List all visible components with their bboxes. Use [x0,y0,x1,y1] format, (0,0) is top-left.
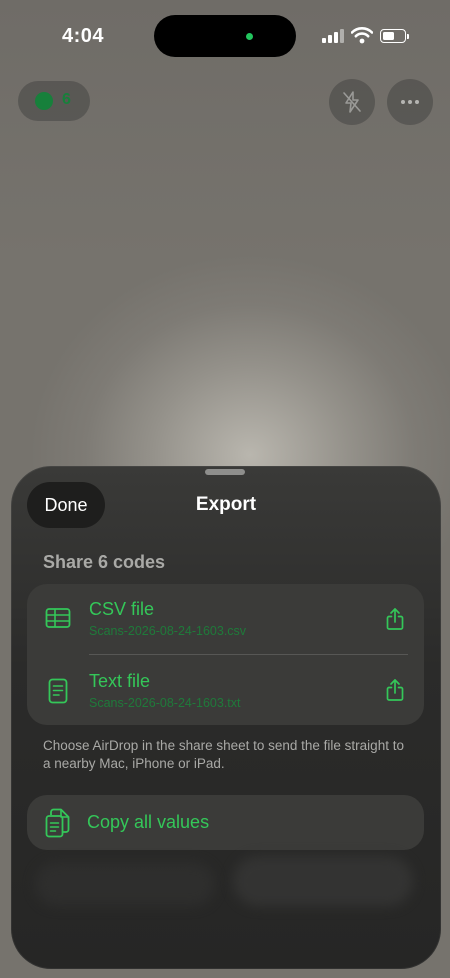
sheet-grabber[interactable] [205,469,245,475]
share-icon[interactable] [385,607,405,631]
battery-level [383,32,394,40]
cellular-signal-icon [322,27,344,43]
wifi-icon [351,27,373,44]
text-file-name: Scans-2026-08-24-1603.txt [89,696,241,710]
blurred-underlying-control [35,862,215,906]
flash-off-button[interactable] [329,79,375,125]
blurred-underlying-control [233,856,413,906]
more-options-button[interactable] [387,79,433,125]
camera-indicator-dot [246,33,253,40]
text-file-option[interactable]: Text file Scans-2026-08-24-1603.txt [27,655,424,725]
scan-count-pill[interactable]: 6 [18,81,90,121]
text-file-label: Text file [89,671,151,691]
scan-count: 6 [62,91,71,108]
sheet-title: Export [195,494,257,515]
flash-off-icon [343,91,361,113]
share-icon[interactable] [385,678,405,702]
export-options-card: CSV file Scans-2026-08-24-1603.csv Text … [27,584,424,725]
csv-file-option[interactable]: CSV file Scans-2026-08-24-1603.csv [27,584,424,654]
status-time: 4:04 [62,25,105,47]
airdrop-note: Choose AirDrop in the share sheet to sen… [43,738,404,771]
dynamic-island [154,15,296,57]
ellipsis-icon [401,100,419,104]
copy-all-values-button[interactable]: Copy all values [27,795,424,850]
copy-documents-icon [45,808,70,838]
export-sheet: Done Export Share 6 codes CSV file Scans… [11,466,441,969]
csv-file-label: CSV file [89,599,155,619]
scan-status-dot [35,92,53,110]
share-section-title: Share 6 codes [43,552,166,572]
battery-icon [380,29,406,43]
document-icon [48,678,68,704]
table-icon [45,608,71,628]
csv-file-name: Scans-2026-08-24-1603.csv [89,624,247,638]
battery-cap [407,34,409,39]
copy-all-values-label: Copy all values [87,812,210,832]
